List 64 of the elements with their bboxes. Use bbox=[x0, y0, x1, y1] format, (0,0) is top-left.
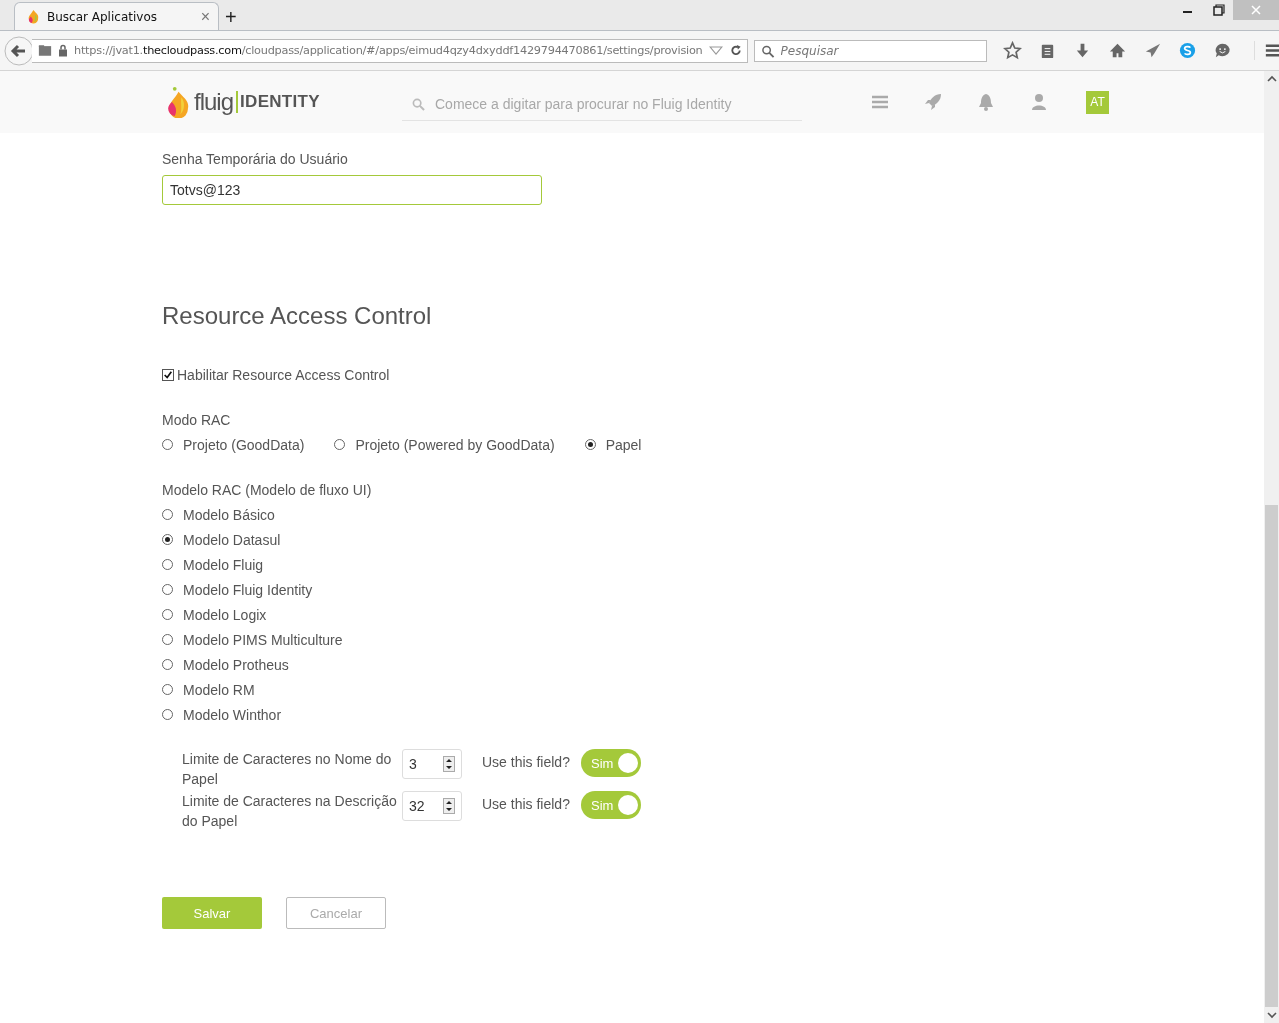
menu-icon[interactable] bbox=[1253, 41, 1279, 60]
radio-label: Projeto (Powered by GoodData) bbox=[355, 436, 555, 453]
radio-label: Modelo Protheus bbox=[183, 656, 289, 673]
search-icon bbox=[760, 44, 775, 58]
scroll-down-icon[interactable] bbox=[1266, 1011, 1277, 1019]
radio-button[interactable] bbox=[162, 634, 173, 645]
radio-label: Modelo Winthor bbox=[183, 706, 282, 723]
radio-label: Modelo Datasul bbox=[183, 531, 281, 548]
logo-product: IDENTITY bbox=[240, 92, 320, 112]
close-tab-button[interactable]: × bbox=[200, 8, 210, 25]
radio-button[interactable] bbox=[162, 684, 173, 695]
star-icon[interactable] bbox=[1002, 41, 1022, 60]
field-label: Senha Temporária do Usuário bbox=[162, 151, 348, 167]
radio-label: Modelo PIMS Multiculture bbox=[183, 631, 343, 648]
radio-label: Papel bbox=[605, 436, 642, 453]
new-tab-button[interactable]: + bbox=[225, 7, 237, 27]
browser-tab[interactable]: Buscar Aplicativos × bbox=[14, 2, 219, 30]
url-text: https://jvat1.thecloudpass.com/cloudpass/application/#/apps/eimud4qzy4dxyddf1429794470861/settings/provision bbox=[74, 44, 703, 57]
checkbox-label: Habilitar Resource Access Control bbox=[177, 367, 390, 383]
scrollbar[interactable] bbox=[1264, 71, 1279, 1023]
flame-icon bbox=[27, 9, 40, 24]
tab-title: Buscar Aplicativos bbox=[47, 9, 158, 24]
dropdown-icon[interactable] bbox=[708, 44, 723, 57]
folder-icon bbox=[38, 44, 52, 57]
radio-button[interactable] bbox=[162, 659, 173, 670]
radio-label: Projeto (GoodData) bbox=[183, 436, 305, 453]
section-title: Resource Access Control bbox=[162, 302, 432, 330]
browser-search-field[interactable]: Pesquisar bbox=[753, 39, 987, 62]
lock-icon bbox=[58, 44, 68, 57]
group-label: Modo RAC bbox=[162, 412, 231, 428]
scroll-up-icon[interactable] bbox=[1266, 75, 1277, 83]
logo-drop-icon bbox=[166, 86, 191, 118]
toggle-question: Use this field? bbox=[482, 796, 571, 812]
radio-button[interactable] bbox=[162, 709, 173, 720]
radio-label: Modelo Fluig bbox=[183, 556, 264, 573]
spinner-icon[interactable] bbox=[443, 756, 455, 772]
back-icon[interactable] bbox=[4, 35, 34, 66]
reload-icon[interactable] bbox=[728, 44, 743, 57]
search-icon bbox=[412, 98, 425, 111]
spinner-icon[interactable] bbox=[443, 798, 455, 814]
group-label: Modelo RAC (Modelo de fluxo UI) bbox=[162, 482, 372, 498]
number-field[interactable]: 32 bbox=[402, 791, 462, 821]
limit-label: Limite de Caracteres na Descrição do Papel bbox=[182, 792, 398, 831]
radio-button[interactable] bbox=[162, 439, 173, 450]
radio-label: Modelo Básico bbox=[183, 506, 275, 523]
radio-button[interactable] bbox=[162, 509, 173, 520]
radio-label: Modelo Fluig Identity bbox=[183, 581, 313, 598]
password-field[interactable]: Totvs@123 bbox=[162, 175, 542, 205]
limit-label: Limite de Caracteres no Nome do Papel bbox=[182, 750, 393, 789]
header-search-field[interactable]: Comece a digitar para procurar no Fluig Identity bbox=[402, 87, 802, 121]
radio-button[interactable] bbox=[162, 559, 173, 570]
skype-icon[interactable] bbox=[1177, 41, 1197, 60]
radio-button[interactable] bbox=[162, 584, 173, 595]
address-bar[interactable]: https://jvat1.thecloudpass.com/cloudpass/application/#/apps/eimud4qzy4dxyddf1429794470861/settings/provision bbox=[32, 38, 748, 63]
radio-button[interactable] bbox=[162, 534, 173, 545]
radio-label: Modelo RM bbox=[183, 681, 255, 698]
radio-label: Modelo Logix bbox=[183, 606, 267, 623]
checkbox[interactable] bbox=[162, 369, 174, 381]
radio-button[interactable] bbox=[584, 439, 596, 450]
radio-button[interactable] bbox=[162, 609, 173, 620]
radio-button[interactable] bbox=[334, 439, 346, 450]
logo-brand: fluig bbox=[194, 91, 239, 113]
toggle-question: Use this field? bbox=[482, 754, 571, 770]
number-field[interactable]: 3 bbox=[402, 749, 462, 779]
